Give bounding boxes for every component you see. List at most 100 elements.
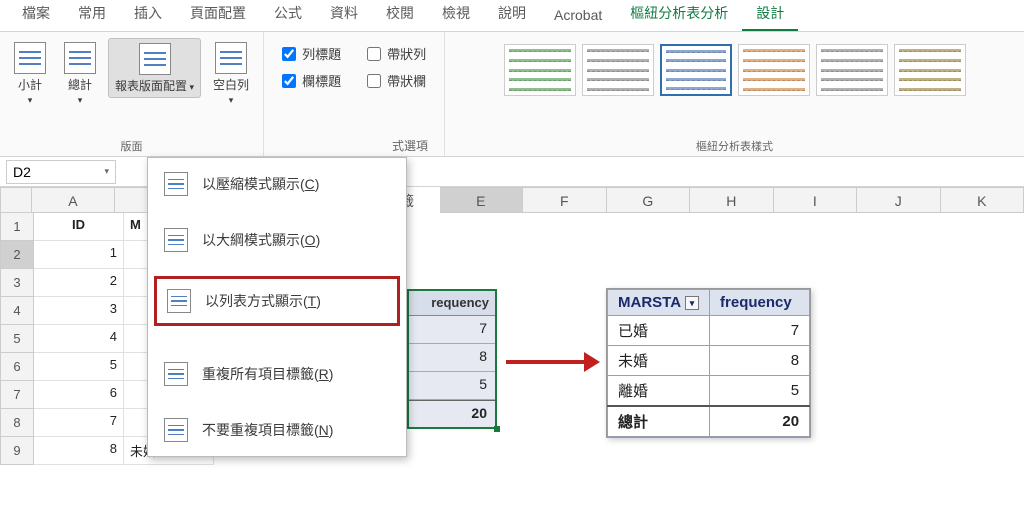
- pivot-cell[interactable]: 已婚: [608, 316, 710, 346]
- pivot-cell[interactable]: 5: [408, 372, 496, 400]
- grandtotals-button[interactable]: 總計▾: [58, 38, 102, 111]
- tab-review[interactable]: 校閱: [372, 0, 428, 31]
- col-header[interactable]: K: [941, 187, 1024, 213]
- menu-label: 以大綱模式顯示(O): [202, 230, 320, 250]
- tab-file[interactable]: 檔案: [8, 0, 64, 31]
- grandtotals-icon: [64, 42, 96, 74]
- selection-handle[interactable]: [494, 426, 500, 432]
- pivot-cell[interactable]: 8: [710, 346, 810, 376]
- report-layout-button[interactable]: 報表版面配置 ▾: [108, 38, 201, 98]
- row-header[interactable]: 9: [0, 437, 34, 465]
- cell[interactable]: 2: [34, 269, 124, 297]
- menu-no-repeat-labels[interactable]: 不要重複項目標籤(N): [148, 408, 406, 452]
- menu-outline[interactable]: 以大綱模式顯示(O): [148, 218, 406, 262]
- menu-label: 不要重複項目標籤(N): [202, 420, 333, 440]
- style-swatch[interactable]: [894, 44, 966, 96]
- banded-rows-checkbox[interactable]: [367, 47, 381, 61]
- pivot-cell[interactable]: 20: [710, 406, 810, 437]
- select-all-corner[interactable]: [0, 187, 32, 213]
- group-styles: 樞紐分析表樣式: [445, 32, 1024, 156]
- cell[interactable]: 5: [34, 353, 124, 381]
- tab-design[interactable]: 設計: [742, 0, 798, 31]
- cell[interactable]: 8: [34, 437, 124, 465]
- tab-pivot-analyze[interactable]: 樞紐分析表分析: [616, 0, 742, 31]
- pivot-cell[interactable]: 離婚: [608, 376, 710, 407]
- chevron-down-icon: ▾: [104, 166, 109, 177]
- menu-compressed[interactable]: 以壓縮模式顯示(C): [148, 162, 406, 206]
- cell[interactable]: 3: [34, 297, 124, 325]
- report-layout-menu: 以壓縮模式顯示(C) 以大綱模式顯示(O) 以列表方式顯示(T) 重複所有項目標…: [147, 157, 407, 457]
- cell[interactable]: ID: [34, 213, 124, 241]
- group-layout-label: 版面: [121, 136, 143, 154]
- tab-data[interactable]: 資料: [316, 0, 372, 31]
- row-header[interactable]: 2: [0, 241, 34, 269]
- row-header[interactable]: 5: [0, 325, 34, 353]
- ribbon-tabs: 檔案 常用 插入 頁面配置 公式 資料 校閱 檢視 說明 Acrobat 樞紐分…: [0, 0, 1024, 32]
- menu-tabular[interactable]: 以列表方式顯示(T): [154, 276, 400, 326]
- pivot-cell[interactable]: 7: [710, 316, 810, 346]
- pivot-table-result: MARSTA▾ frequency 已婚7 未婚8 離婚5 總計20: [606, 288, 811, 438]
- tab-formulas[interactable]: 公式: [260, 0, 316, 31]
- style-swatch[interactable]: [738, 44, 810, 96]
- row-header[interactable]: 6: [0, 353, 34, 381]
- layout-icon: [167, 289, 191, 313]
- col-header[interactable]: I: [774, 187, 857, 213]
- row-header[interactable]: 8: [0, 409, 34, 437]
- pivot-col-marsta[interactable]: MARSTA▾: [608, 290, 710, 316]
- row-header[interactable]: 4: [0, 297, 34, 325]
- style-swatch[interactable]: [660, 44, 732, 96]
- col-header[interactable]: A: [32, 187, 115, 213]
- col-header[interactable]: J: [857, 187, 940, 213]
- row-header[interactable]: 3: [0, 269, 34, 297]
- tab-help[interactable]: 說明: [484, 0, 540, 31]
- style-swatch[interactable]: [582, 44, 654, 96]
- row-headers-label: 列標題: [302, 44, 341, 63]
- tab-page-layout[interactable]: 頁面配置: [176, 0, 260, 31]
- banded-cols-checkbox[interactable]: [367, 74, 381, 88]
- style-swatch[interactable]: [504, 44, 576, 96]
- subtotals-button[interactable]: 小計▾: [8, 38, 52, 111]
- col-header[interactable]: G: [607, 187, 690, 213]
- banded-rows-label: 帶狀列: [387, 44, 426, 63]
- pivot-col-frequency[interactable]: frequency: [710, 290, 810, 316]
- pivot-header[interactable]: requency: [408, 290, 496, 316]
- col-headers-checkbox[interactable]: [282, 74, 296, 88]
- blank-rows-button[interactable]: 空白列▾: [207, 38, 255, 111]
- menu-label: 以列表方式顯示(T): [205, 291, 321, 311]
- report-layout-icon: [139, 43, 171, 75]
- banded-cols-label: 帶狀欄: [387, 71, 426, 90]
- layout-icon: [164, 228, 188, 252]
- tab-insert[interactable]: 插入: [120, 0, 176, 31]
- row-headers-checkbox[interactable]: [282, 47, 296, 61]
- name-box[interactable]: D2▾: [6, 160, 116, 184]
- pivot-cell[interactable]: 未婚: [608, 346, 710, 376]
- options-group-suffix: 式選項: [392, 137, 428, 154]
- col-header[interactable]: F: [523, 187, 606, 213]
- col-header[interactable]: H: [690, 187, 773, 213]
- row-header[interactable]: 7: [0, 381, 34, 409]
- filter-dropdown-icon[interactable]: ▾: [685, 296, 699, 310]
- layout-icon: [164, 418, 188, 442]
- pivot-cell[interactable]: 20: [408, 400, 496, 428]
- group-styles-label: 樞紐分析表樣式: [696, 136, 773, 154]
- cell[interactable]: 7: [34, 409, 124, 437]
- group-layout: 小計▾ 總計▾ 報表版面配置 ▾ 空白列▾ 版面: [0, 32, 264, 156]
- tab-home[interactable]: 常用: [64, 0, 120, 31]
- pivot-cell[interactable]: 8: [408, 344, 496, 372]
- layout-icon: [164, 172, 188, 196]
- subtotals-icon: [14, 42, 46, 74]
- style-swatch[interactable]: [816, 44, 888, 96]
- row-header[interactable]: 1: [0, 213, 34, 241]
- pivot-cell[interactable]: 5: [710, 376, 810, 407]
- cell[interactable]: 1: [34, 241, 124, 269]
- arrow-icon: [506, 360, 586, 364]
- col-header[interactable]: E: [440, 187, 523, 213]
- cell[interactable]: 4: [34, 325, 124, 353]
- pivot-cell[interactable]: 總計: [608, 406, 710, 437]
- cell[interactable]: 6: [34, 381, 124, 409]
- tab-acrobat[interactable]: Acrobat: [540, 1, 616, 31]
- tab-view[interactable]: 檢視: [428, 0, 484, 31]
- ribbon: 小計▾ 總計▾ 報表版面配置 ▾ 空白列▾ 版面 列標題 欄標題 帶: [0, 32, 1024, 157]
- menu-repeat-labels[interactable]: 重複所有項目標籤(R): [148, 352, 406, 396]
- pivot-cell[interactable]: 7: [408, 316, 496, 344]
